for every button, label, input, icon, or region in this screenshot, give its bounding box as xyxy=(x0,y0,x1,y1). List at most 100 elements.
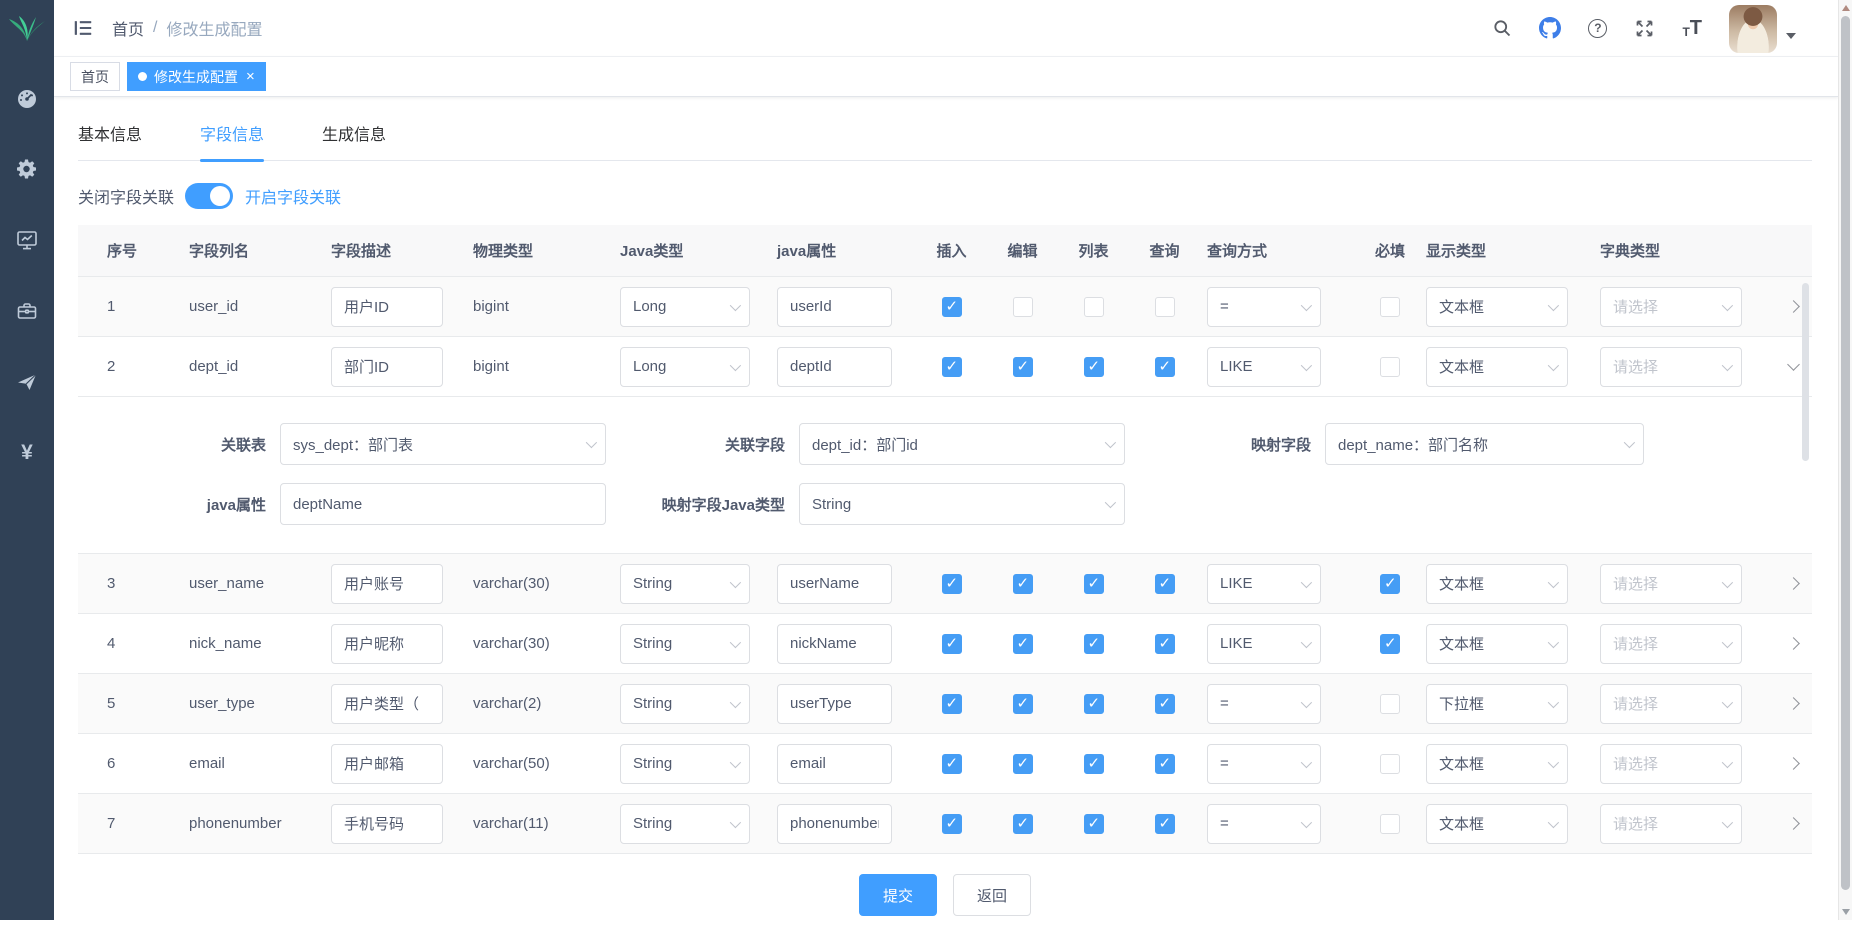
dict-type-select[interactable]: 请选择 xyxy=(1600,624,1742,664)
list-checkbox[interactable] xyxy=(1084,694,1104,714)
tag-active-page[interactable]: 修改生成配置 × xyxy=(127,62,266,91)
sidebar-item-dashboard[interactable] xyxy=(0,62,54,133)
dict-type-select[interactable]: 请选择 xyxy=(1600,347,1742,387)
java-type-select[interactable]: String xyxy=(620,624,750,664)
query-type-select[interactable]: = xyxy=(1207,744,1321,784)
required-checkbox[interactable] xyxy=(1380,694,1400,714)
java-field-input[interactable] xyxy=(777,564,892,604)
display-type-select[interactable]: 文本框 xyxy=(1426,744,1568,784)
required-checkbox[interactable] xyxy=(1380,814,1400,834)
edit-checkbox[interactable] xyxy=(1013,814,1033,834)
required-checkbox[interactable] xyxy=(1380,357,1400,377)
help-icon[interactable]: ? xyxy=(1588,19,1607,38)
java-field-input[interactable] xyxy=(777,347,892,387)
edit-checkbox[interactable] xyxy=(1013,754,1033,774)
relation-switch[interactable] xyxy=(185,183,233,209)
expand-row-arrow[interactable] xyxy=(1787,697,1800,710)
display-type-select[interactable]: 文本框 xyxy=(1426,347,1568,387)
required-checkbox[interactable] xyxy=(1380,574,1400,594)
list-checkbox[interactable] xyxy=(1084,297,1104,317)
query-checkbox[interactable] xyxy=(1155,357,1175,377)
list-checkbox[interactable] xyxy=(1084,574,1104,594)
field-description-input[interactable] xyxy=(331,744,443,784)
fullscreen-icon[interactable] xyxy=(1634,18,1655,39)
expand-row-arrow[interactable] xyxy=(1787,757,1800,770)
field-description-input[interactable] xyxy=(331,684,443,724)
query-checkbox[interactable] xyxy=(1155,297,1175,317)
query-checkbox[interactable] xyxy=(1155,574,1175,594)
java-field-input[interactable] xyxy=(777,744,892,784)
query-type-select[interactable]: LIKE xyxy=(1207,347,1321,387)
expand-row-arrow[interactable] xyxy=(1787,300,1800,313)
sidebar-item-pay[interactable]: ¥ xyxy=(0,417,54,488)
insert-checkbox[interactable] xyxy=(942,574,962,594)
query-checkbox[interactable] xyxy=(1155,634,1175,654)
display-type-select[interactable]: 文本框 xyxy=(1426,624,1568,664)
breadcrumb-home[interactable]: 首页 xyxy=(112,16,144,40)
display-type-select[interactable]: 下拉框 xyxy=(1426,684,1568,724)
insert-checkbox[interactable] xyxy=(942,357,962,377)
list-checkbox[interactable] xyxy=(1084,754,1104,774)
java-field-input[interactable] xyxy=(777,624,892,664)
page-scrollbar[interactable] xyxy=(1838,0,1852,920)
expand-row-arrow[interactable] xyxy=(1787,817,1800,830)
query-type-select[interactable]: = xyxy=(1207,287,1321,327)
field-description-input[interactable] xyxy=(331,624,443,664)
java-field-input[interactable] xyxy=(777,804,892,844)
insert-checkbox[interactable] xyxy=(942,297,962,317)
submit-button[interactable]: 提交 xyxy=(859,874,937,916)
sidebar-toggle-button[interactable] xyxy=(70,15,96,41)
search-icon[interactable] xyxy=(1492,18,1512,38)
field-description-input[interactable] xyxy=(331,564,443,604)
required-checkbox[interactable] xyxy=(1380,754,1400,774)
mapping-field-select[interactable]: dept_name：部门名称 xyxy=(1325,423,1644,465)
java-type-select[interactable]: String xyxy=(620,564,750,604)
back-button[interactable]: 返回 xyxy=(953,874,1031,916)
field-description-input[interactable] xyxy=(331,347,443,387)
dict-type-select[interactable]: 请选择 xyxy=(1600,684,1742,724)
close-icon[interactable]: × xyxy=(246,69,255,84)
expand-row-arrow[interactable] xyxy=(1787,358,1800,371)
tab-1[interactable]: 字段信息 xyxy=(200,121,264,160)
field-description-input[interactable] xyxy=(331,804,443,844)
sidebar-item-system[interactable] xyxy=(0,133,54,204)
edit-checkbox[interactable] xyxy=(1013,634,1033,654)
edit-checkbox[interactable] xyxy=(1013,694,1033,714)
font-size-icon[interactable]: TT xyxy=(1682,18,1702,38)
sidebar-item-guide[interactable] xyxy=(0,346,54,417)
java-field-input[interactable] xyxy=(777,287,892,327)
java-type-select[interactable]: String xyxy=(620,744,750,784)
edit-checkbox[interactable] xyxy=(1013,357,1033,377)
user-menu[interactable] xyxy=(1729,3,1796,53)
tab-0[interactable]: 基本信息 xyxy=(78,121,142,160)
sidebar-item-monitor[interactable] xyxy=(0,204,54,275)
dict-type-select[interactable]: 请选择 xyxy=(1600,564,1742,604)
display-type-select[interactable]: 文本框 xyxy=(1426,287,1568,327)
mapping-java-type-select[interactable]: String xyxy=(799,483,1125,525)
query-type-select[interactable]: = xyxy=(1207,684,1321,724)
edit-checkbox[interactable] xyxy=(1013,574,1033,594)
java-field-input[interactable] xyxy=(777,684,892,724)
expand-row-arrow[interactable] xyxy=(1787,577,1800,590)
java-type-select[interactable]: Long xyxy=(620,287,750,327)
insert-checkbox[interactable] xyxy=(942,754,962,774)
tag-home[interactable]: 首页 xyxy=(70,62,120,91)
relation-on-label[interactable]: 开启字段关联 xyxy=(245,184,341,208)
query-type-select[interactable]: LIKE xyxy=(1207,564,1321,604)
insert-checkbox[interactable] xyxy=(942,694,962,714)
java-type-select[interactable]: String xyxy=(620,684,750,724)
scrollbar-up-arrow[interactable] xyxy=(1839,1,1852,15)
scrollbar-down-arrow[interactable] xyxy=(1839,905,1852,919)
scrollbar-thumb[interactable] xyxy=(1841,16,1850,890)
user-avatar[interactable] xyxy=(1729,5,1777,53)
relation-field-select[interactable]: dept_id：部门id xyxy=(799,423,1125,465)
display-type-select[interactable]: 文本框 xyxy=(1426,564,1568,604)
query-checkbox[interactable] xyxy=(1155,814,1175,834)
expand-row-arrow[interactable] xyxy=(1787,637,1800,650)
table-scrollbar-thumb[interactable] xyxy=(1802,283,1809,461)
list-checkbox[interactable] xyxy=(1084,357,1104,377)
query-checkbox[interactable] xyxy=(1155,754,1175,774)
github-icon[interactable] xyxy=(1539,17,1561,39)
insert-checkbox[interactable] xyxy=(942,634,962,654)
required-checkbox[interactable] xyxy=(1380,297,1400,317)
